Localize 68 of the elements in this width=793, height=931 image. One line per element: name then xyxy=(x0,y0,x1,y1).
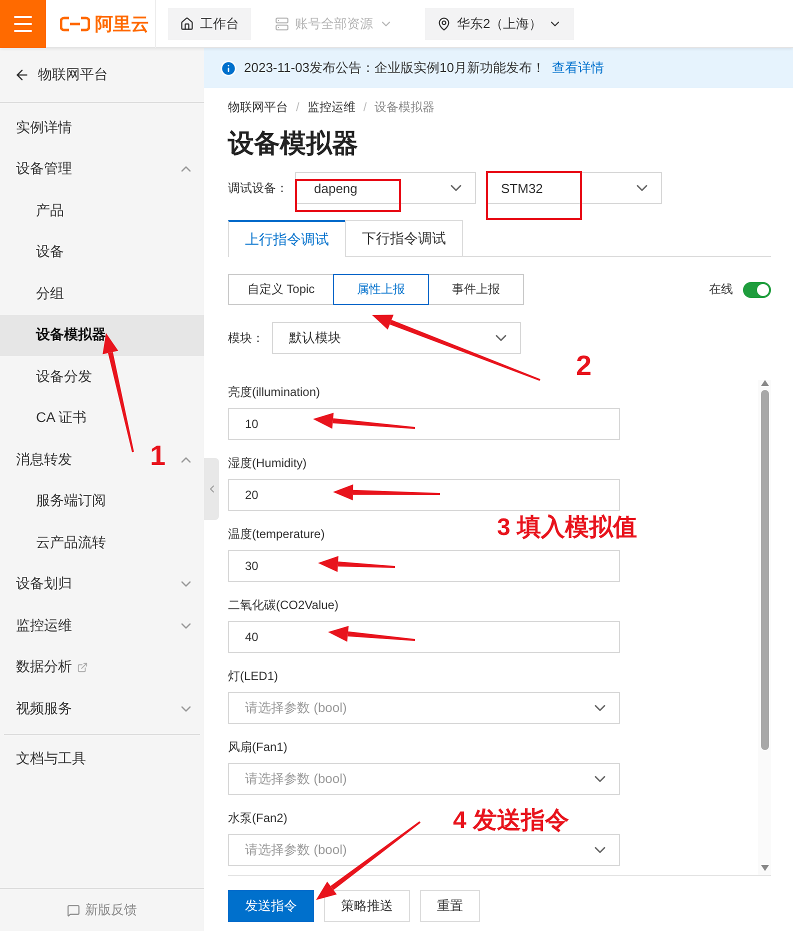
annotation-label: 2 xyxy=(576,350,592,382)
sidebar-item[interactable]: 数据分析 xyxy=(0,646,204,688)
field-label: 湿度(Humidity) xyxy=(228,455,307,472)
input-field[interactable]: 20 xyxy=(228,479,620,511)
online-switch[interactable] xyxy=(743,282,771,298)
device-select[interactable]: STM32 xyxy=(486,172,662,204)
subtab[interactable]: 自定义 Topic xyxy=(228,274,334,305)
annotation-label: 3 填入模拟值 xyxy=(497,513,638,543)
scrollbar[interactable] xyxy=(758,380,771,875)
page-title: 设备模拟器 xyxy=(228,127,359,160)
scroll-up-icon[interactable] xyxy=(760,380,768,386)
sidebar-group[interactable]: 消息转发 xyxy=(16,450,72,469)
sidebar-item[interactable]: 设备 xyxy=(0,232,204,273)
input-field[interactable]: 30 xyxy=(228,550,620,582)
info-icon xyxy=(220,60,237,76)
nav-button[interactable]: 工作台 xyxy=(168,8,251,40)
breadcrumb-link[interactable]: 设备模拟器 xyxy=(374,98,435,116)
sidebar-item[interactable]: 产品 xyxy=(0,190,204,232)
collapse-handle[interactable] xyxy=(204,458,219,520)
sidebar-group[interactable]: 视频服务 xyxy=(16,700,72,718)
action-button[interactable]: 发送指令 xyxy=(228,890,314,922)
external-link-icon xyxy=(77,662,88,673)
notice-text: 2023-11-03发布公告：企业版实例10月新功能发布！ xyxy=(244,59,545,77)
menu-button[interactable] xyxy=(0,0,46,48)
tab[interactable]: 下行指令调试 xyxy=(345,220,463,256)
device-select[interactable]: dapeng xyxy=(295,172,476,204)
input-field[interactable]: 10 xyxy=(228,408,620,440)
breadcrumb-separator: / xyxy=(363,100,367,114)
notice-link[interactable]: 查看详情 xyxy=(552,59,604,77)
field-label: 二氧化碳(CO2Value) xyxy=(228,597,338,614)
breadcrumb-link[interactable]: 物联网平台 xyxy=(228,98,288,116)
subtab[interactable]: 属性上报 xyxy=(333,274,429,305)
tab[interactable]: 上行指令调试 xyxy=(228,220,346,257)
sidebar-item[interactable]: 分组 xyxy=(0,273,204,314)
home-icon xyxy=(180,16,194,30)
field-label: 风扇(Fan1) xyxy=(228,739,288,756)
breadcrumb-link[interactable]: 监控运维 xyxy=(307,98,356,116)
sidebar-item[interactable]: 云产品流转 xyxy=(0,522,204,564)
action-button[interactable]: 策略推送 xyxy=(324,890,410,922)
field-label: 灯(LED1) xyxy=(228,668,278,685)
sidebar-item[interactable]: 实例详情 xyxy=(0,107,204,148)
annotation-label: 4 发送指令 xyxy=(453,806,570,836)
sidebar-item[interactable]: 设备模拟器 xyxy=(0,314,204,356)
nav-button[interactable]: 华东2（上海） xyxy=(425,8,574,40)
sidebar-group[interactable]: 设备管理 xyxy=(16,160,72,178)
action-button[interactable]: 重置 xyxy=(420,890,480,922)
server-icon xyxy=(275,16,289,30)
logo-icon xyxy=(60,16,90,32)
field-label: 水泵(Fan2) xyxy=(228,810,288,827)
field-label: 亮度(illumination) xyxy=(228,384,320,401)
subtab[interactable]: 事件上报 xyxy=(428,274,524,305)
feedback-icon xyxy=(67,904,80,916)
breadcrumb-separator: / xyxy=(296,100,300,114)
sidebar-group[interactable]: 监控运维 xyxy=(16,616,72,635)
field-label: 温度(temperature) xyxy=(228,526,325,543)
sidebar-item[interactable]: CA 证书 xyxy=(0,398,204,439)
scroll-down-icon[interactable] xyxy=(760,865,768,871)
module-select[interactable]: 默认模块 xyxy=(272,322,521,354)
status-label: 在线 xyxy=(709,281,733,298)
location-pin-icon xyxy=(437,16,451,30)
annotation-label: 1 xyxy=(150,440,166,472)
sidebar-group[interactable]: 设备划归 xyxy=(16,575,72,594)
logo-text: 阿里云 xyxy=(95,12,149,36)
sidebar-item[interactable]: 文档与工具 xyxy=(0,738,204,780)
sidebar-item[interactable]: 设备分发 xyxy=(0,356,204,398)
input-field[interactable]: 40 xyxy=(228,621,620,653)
device-label: 调试设备： xyxy=(228,180,285,196)
sidebar-item[interactable]: 服务端订阅 xyxy=(0,480,204,522)
